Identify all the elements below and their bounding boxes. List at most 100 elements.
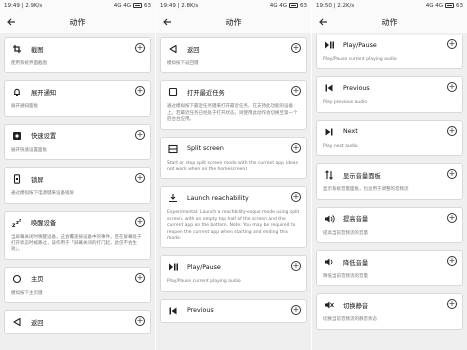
add-action-button[interactable]: + [135, 272, 145, 283]
add-action-button[interactable]: + [135, 129, 145, 140]
status-time: 19:49 | 2.8K/s [160, 2, 199, 9]
page-title: 动作 [381, 17, 398, 27]
back-icon [11, 316, 23, 328]
screen-3: 19:50 | 2.2K/s 4G 4G 63 动作 Play/Pause + … [312, 0, 467, 350]
action-card-back[interactable]: 返回 + [4, 310, 151, 335]
battery-icon [445, 3, 454, 8]
action-name: Play/Pause [187, 263, 221, 271]
panel-divider [155, 0, 156, 350]
sleep-icon: zzz [11, 217, 23, 229]
action-name: 切换静音 [343, 302, 369, 310]
action-card-mute[interactable]: 切换静音 + 切换当前音频流的静音状态 [316, 293, 463, 330]
action-card-screenshot[interactable]: 截图 + 使用系统界面截图 [4, 37, 151, 74]
action-name: 返回 [31, 319, 44, 327]
action-description: 展开快速设置面板 [11, 147, 47, 153]
action-name: 降低音量 [343, 259, 369, 267]
action-name: Split screen [187, 145, 224, 153]
action-name: 显示音量面板 [343, 172, 381, 180]
home-icon [11, 273, 23, 285]
action-name: 展开通知 [31, 89, 57, 97]
action-card-lock-screen[interactable]: 锁屏 + 通过模拟按下电源键来设备锁屏 [4, 167, 151, 204]
action-description: Start or stop split screen mode with the… [167, 160, 298, 173]
action-description: 提高当前音频流的音量 [323, 230, 368, 236]
panel-divider [311, 0, 312, 350]
action-card-split-screen[interactable]: Split screen + Start or stop split scree… [160, 136, 307, 180]
action-name: Play/Pause [343, 41, 377, 49]
action-description: 降低当前音频流的音量 [323, 274, 368, 280]
next-icon [323, 126, 335, 138]
split-screen-icon [167, 143, 179, 155]
action-card-home[interactable]: 主页 + 模拟按下主页键 [4, 266, 151, 304]
action-description: Play previous audio [323, 100, 367, 106]
status-time: 19:49 | 2.9K/s [4, 2, 43, 9]
action-card-reachability[interactable]: Launch reachability + Experimental: Laun… [160, 186, 307, 249]
bell-icon [11, 86, 23, 98]
action-card-previous[interactable]: Previous + [160, 298, 307, 323]
action-description: Experimental: Launch a reachbility-esque… [167, 210, 300, 242]
action-name: 截图 [31, 46, 44, 54]
status-bar: 19:49 | 2.9K/s 4G 4G 63 [0, 0, 155, 11]
action-name: Next [343, 128, 358, 136]
action-card-previous[interactable]: Previous + Play previous audio [316, 76, 463, 113]
action-description: 模拟按下主页键 [11, 290, 43, 296]
action-name: 锁屏 [31, 176, 44, 184]
battery-level: 63 [300, 2, 307, 9]
action-name: 唤醒设备 [31, 220, 57, 228]
app-bar: 动作 [156, 11, 311, 33]
action-name: Previous [187, 307, 214, 315]
lock-screen-icon [11, 173, 23, 185]
network-indicator: 4G 4G [425, 2, 443, 9]
action-description: Play next audio [323, 143, 358, 149]
action-list: Play/Pause + Play/Pause current playing … [312, 35, 467, 337]
volume-down-icon [323, 256, 335, 268]
crop-icon [11, 43, 23, 55]
action-card-volume-panel[interactable]: 显示音量面板 + 显示系统音量面板，包含用于调整的音频流 [316, 163, 463, 200]
add-action-button[interactable]: + [447, 39, 457, 49]
action-card-notifications[interactable]: 展开通知 + 展开通知面板 [4, 80, 151, 117]
add-action-button[interactable]: + [447, 212, 457, 223]
action-description: 切换当前音频流的静音状态 [323, 317, 377, 323]
screen-2: 19:49 | 2.8K/s 4G 4G 63 动作 返回 + 模拟按下返回键 [156, 0, 311, 350]
action-card-wake-device[interactable]: zzz 唤醒设备 + 当屏幕关闭时唤醒设备，这会覆盖按设备中的事件。且在屏幕处于… [4, 210, 151, 260]
action-card-play-pause[interactable]: Play/Pause + Play/Pause current playing … [316, 35, 463, 70]
battery-icon [289, 3, 298, 8]
previous-icon [323, 82, 335, 94]
back-arrow-icon[interactable] [4, 15, 18, 29]
add-action-button[interactable]: + [135, 43, 145, 53]
add-action-button[interactable]: + [291, 304, 301, 315]
battery-level: 63 [456, 2, 463, 9]
battery-level: 63 [144, 2, 151, 9]
action-description: Play/Pause current playing audio [323, 57, 397, 62]
action-description: 通过模拟按下电源键来设备锁屏 [11, 191, 74, 197]
add-action-button[interactable]: + [447, 125, 457, 136]
action-list: 返回 + 模拟按下返回键 打开最近任务 + 通过模拟按下最近任务键来打开最近任务… [156, 37, 311, 330]
action-name: Previous [343, 84, 370, 92]
volume-up-icon [323, 213, 335, 225]
add-action-button[interactable]: + [447, 256, 457, 267]
add-action-button[interactable]: + [291, 43, 301, 53]
action-card-play-pause[interactable]: Play/Pause + Play/Pause current playing … [160, 255, 307, 292]
play-pause-icon [167, 261, 179, 273]
action-card-back[interactable]: 返回 + 模拟按下返回键 [160, 37, 307, 74]
action-name: 快速设置 [31, 133, 57, 141]
action-description: Play/Pause current playing audio [167, 279, 241, 285]
network-indicator: 4G 4G [113, 2, 131, 9]
play-pause-icon [323, 39, 335, 51]
back-arrow-icon[interactable] [160, 15, 174, 29]
action-name: 提高音量 [343, 216, 369, 224]
status-bar: 19:49 | 2.8K/s 4G 4G 63 [156, 0, 311, 11]
add-action-button[interactable]: + [135, 216, 145, 227]
action-card-quick-settings[interactable]: 快速设置 + 展开快速设置面板 [4, 123, 151, 161]
action-description: 模拟按下返回键 [167, 61, 199, 66]
action-description: 使用系统界面截图 [11, 61, 47, 66]
action-name: Launch reachability [187, 194, 249, 202]
action-card-recents[interactable]: 打开最近任务 + 通过模拟按下最近任务键来打开最近任务。在支持此功能的设备上，若… [160, 80, 307, 130]
action-name: 返回 [187, 46, 200, 54]
add-action-button[interactable]: + [291, 142, 301, 153]
action-card-volume-down[interactable]: 降低音量 + 降低当前音频流的音量 [316, 250, 463, 287]
action-description: 显示系统音量面板，包含用于调整的音频流 [323, 187, 409, 193]
previous-icon [167, 305, 179, 317]
back-arrow-icon[interactable] [316, 15, 330, 29]
action-card-volume-up[interactable]: 提高音量 + 提高当前音频流的音量 [316, 206, 463, 244]
action-card-next[interactable]: Next + Play next audio [316, 119, 463, 157]
